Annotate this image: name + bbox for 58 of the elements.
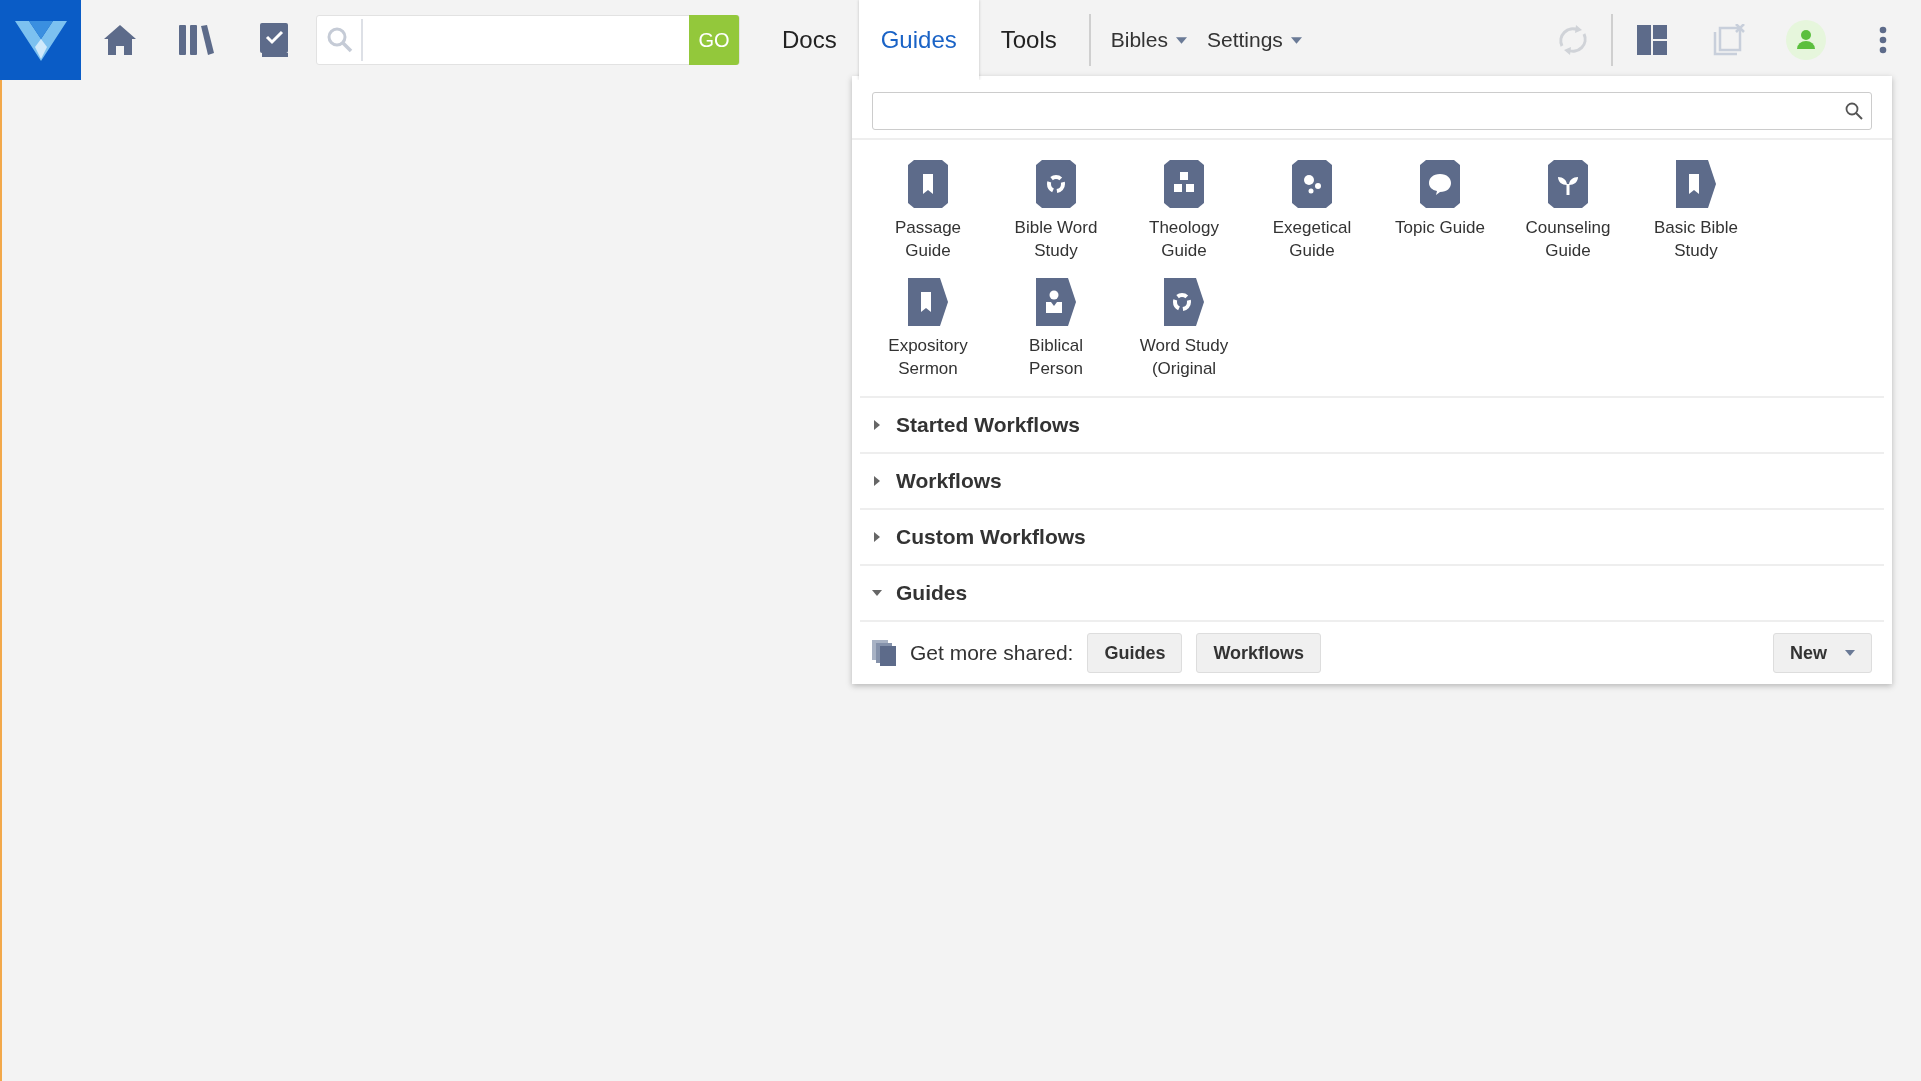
search-icon xyxy=(1845,102,1863,120)
guide-icon xyxy=(1548,160,1588,208)
guide-icon xyxy=(1164,160,1204,208)
guide-label: Topic Guide xyxy=(1394,217,1486,239)
caret-icon xyxy=(872,588,882,598)
nav-tab[interactable]: Tools xyxy=(978,0,1079,80)
guide-tile[interactable]: Biblical Person xyxy=(992,278,1120,380)
copies-icon xyxy=(872,640,896,666)
caret-icon xyxy=(1175,34,1187,46)
guide-label: Theology Guide xyxy=(1148,217,1220,262)
home-icon xyxy=(103,25,136,55)
nav-tab[interactable]: Guides xyxy=(858,0,979,80)
caret-icon xyxy=(872,420,882,430)
checked-book-icon xyxy=(259,23,288,57)
guide-tile[interactable]: Expository Sermon xyxy=(864,278,992,380)
menu-dropdown[interactable]: Bibles xyxy=(1100,28,1197,52)
guide-icon xyxy=(1676,160,1716,208)
layout-icon xyxy=(1636,25,1667,55)
stacked-windows-x-icon xyxy=(1711,24,1746,56)
guide-tile[interactable]: Passage Guide xyxy=(864,160,992,262)
caret-icon xyxy=(1290,34,1302,46)
avatar-icon xyxy=(1785,20,1826,60)
shared-button[interactable]: Workflows xyxy=(1196,633,1322,673)
guide-tile[interactable]: Basic Bible Study xyxy=(1632,160,1760,262)
shared-label: Get more shared: xyxy=(910,641,1074,665)
guide-label: Bible Word Study xyxy=(1013,217,1099,262)
guide-tile[interactable]: Counseling Guide xyxy=(1504,160,1632,262)
guide-icon xyxy=(1420,160,1460,208)
nav-tab[interactable]: Docs xyxy=(760,0,859,80)
guide-icon xyxy=(908,160,948,208)
guide-label: Passage Guide xyxy=(893,217,963,262)
guide-tile[interactable]: Bible Word Study xyxy=(992,160,1120,262)
guide-icon xyxy=(1036,278,1076,326)
search-icon xyxy=(327,27,353,53)
guide-label: Expository Sermon xyxy=(887,335,969,380)
guide-label: Exegetical Guide xyxy=(1271,217,1353,262)
kebab-menu-icon xyxy=(1878,26,1887,54)
logo[interactable] xyxy=(0,0,81,80)
guide-tile[interactable]: Exegetical Guide xyxy=(1248,160,1376,262)
guide-tile[interactable]: Topic Guide xyxy=(1376,160,1504,262)
guide-icon xyxy=(1164,278,1204,326)
guide-tile[interactable]: Word Study (Original xyxy=(1120,278,1248,380)
caret-icon xyxy=(1845,648,1855,658)
guides-search-field[interactable] xyxy=(872,92,1872,130)
library-icon xyxy=(178,25,215,55)
guide-icon xyxy=(1292,160,1332,208)
guide-label: Counseling Guide xyxy=(1524,217,1612,262)
guide-label: Word Study (Original xyxy=(1138,335,1230,380)
guide-label: Biblical Person xyxy=(1028,335,1084,380)
new-button[interactable]: New xyxy=(1773,633,1872,673)
caret-icon xyxy=(872,532,882,542)
guide-icon xyxy=(1036,160,1076,208)
guide-tile[interactable]: Theology Guide xyxy=(1120,160,1248,262)
shared-button[interactable]: Guides xyxy=(1087,633,1183,673)
guide-icon xyxy=(908,278,948,326)
guide-label: Basic Bible Study xyxy=(1652,217,1740,262)
menu-dropdown[interactable]: Settings xyxy=(1196,28,1312,52)
caret-icon xyxy=(872,476,882,486)
